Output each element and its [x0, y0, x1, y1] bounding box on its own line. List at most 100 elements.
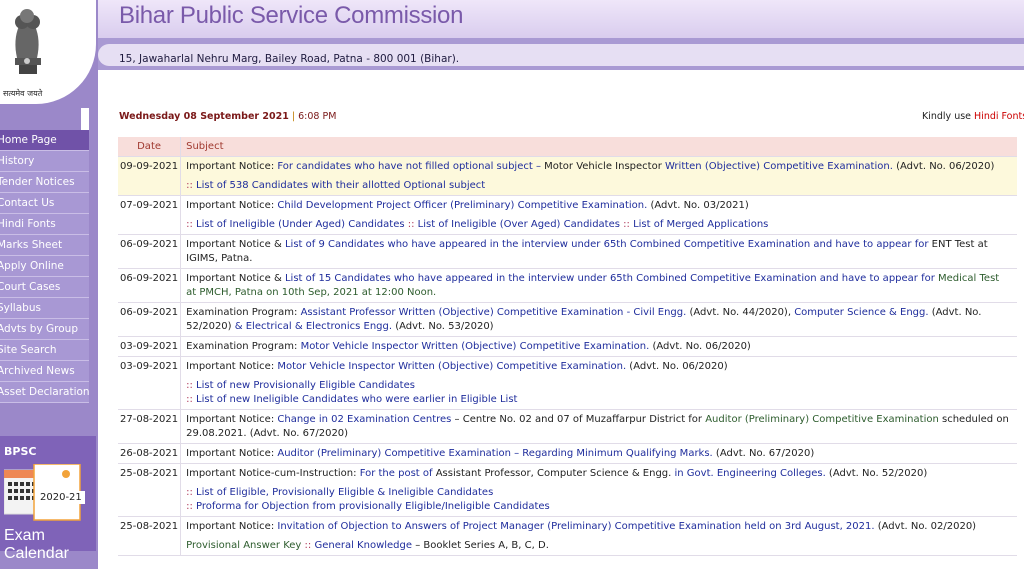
notice-link[interactable]: For candidates who have not filled optio… — [277, 161, 544, 172]
nav-home-page[interactable]: Home Page — [0, 130, 89, 151]
hindi-fonts-link[interactable]: Hindi Fonts — [974, 111, 1024, 122]
nav-site-search[interactable]: Site Search — [0, 340, 89, 361]
exam-calendar-banner[interactable]: BPSC 2020-21 Exam Calendar — [0, 436, 96, 562]
nav-apply-online[interactable]: Apply Online — [0, 256, 89, 277]
row-subject: Important Notice & List of 9 Candidates … — [180, 234, 1017, 269]
table-header-row: Date Subject — [118, 137, 1017, 157]
notice-text: who have appeared in the interview under… — [384, 239, 932, 250]
nav-tender-notices[interactable]: Tender Notices — [0, 172, 89, 193]
table-row: 06-09-2021 Important Notice & List of 9 … — [118, 234, 1017, 269]
table-row: 03-09-2021 Important Notice: Motor Vehic… — [118, 356, 1017, 410]
subject-column-header: Subject — [180, 137, 1017, 157]
nav-spacer — [81, 108, 89, 130]
nav-hindi-fonts[interactable]: Hindi Fonts — [0, 214, 89, 235]
notice-link[interactable]: Motor Vehicle Inspector Written (Objecti… — [301, 341, 650, 352]
notice-type: Important Notice: — [186, 521, 278, 532]
notice-link[interactable]: Motor Vehicle Inspector Written (Objecti… — [277, 361, 626, 372]
list-marker: :: — [186, 501, 197, 512]
notice-link[interactable]: in Govt. Engineering Colleges. — [671, 468, 826, 479]
list-marker: :: — [186, 219, 197, 230]
date-column-header: Date — [118, 137, 181, 157]
ashoka-emblem-icon — [15, 9, 41, 74]
national-motto: सत्यमेव जयते — [3, 89, 43, 98]
table-row: 25-08-2021 Important Notice: Invitation … — [118, 516, 1017, 556]
notice-link[interactable]: Auditor (Preliminary) Competitive Examin… — [277, 448, 712, 459]
site-title: Bihar Public Service Commission — [119, 2, 464, 29]
notice-link[interactable]: List of 15 Candidates — [285, 273, 391, 284]
emblem-area: सत्यमेव जयते — [0, 0, 96, 104]
nav-contact-us[interactable]: Contact Us — [0, 193, 89, 214]
notice-link[interactable]: Child Development Project Officer (Preli… — [277, 200, 647, 211]
advt-number: (Advt. No. 02/2020) — [874, 521, 977, 532]
row-date: 03-09-2021 — [118, 356, 181, 410]
row-date: 06-09-2021 — [118, 234, 181, 269]
answer-key-label: Provisional Answer Key — [186, 540, 302, 551]
booklet-text: – Booklet Series A, B, C, D. — [412, 540, 549, 551]
notice-link[interactable]: & Electrical & Electronics Engg. — [235, 321, 392, 332]
row-subject: Important Notice: Change in 02 Examinati… — [180, 409, 1017, 444]
row-subject: Important Notice & List of 15 Candidates… — [180, 268, 1017, 303]
advt-number: (Advt. No. 67/2020) — [712, 448, 815, 459]
row-date: 03-09-2021 — [118, 336, 181, 357]
table-row: 27-08-2021 Important Notice: Change in 0… — [118, 409, 1017, 444]
nav-advts-by-group[interactable]: Advts by Group — [0, 319, 89, 340]
row-date: 06-09-2021 — [118, 268, 181, 303]
notice-link[interactable]: List of 9 Candidates — [285, 239, 384, 250]
nav-asset-declaration[interactable]: Asset Declaration — [0, 382, 89, 403]
date-separator: | — [291, 111, 296, 122]
row-date: 06-09-2021 — [118, 302, 181, 337]
row-subject: Important Notice: Invitation of Objectio… — [180, 516, 1017, 556]
sub-link[interactable]: General Knowledge — [314, 540, 412, 551]
sub-link[interactable]: List of Ineligible (Under Aged) Candidat… — [196, 219, 405, 230]
row-subject: Important Notice: Motor Vehicle Inspecto… — [180, 356, 1017, 410]
nav-court-cases[interactable]: Court Cases — [0, 277, 89, 298]
address-text: 15, Jawaharlal Nehru Marg, Bailey Road, … — [119, 53, 460, 65]
sub-link[interactable]: List of new Ineligible Candidates who we… — [196, 394, 517, 405]
table-row: 03-09-2021 Examination Program: Motor Ve… — [118, 336, 1017, 357]
sub-link[interactable]: List of new Provisionally Eligible Candi… — [196, 380, 415, 391]
list-marker: :: — [619, 219, 634, 230]
notice-link[interactable]: Invitation of Objection to Answers of Pr… — [277, 521, 874, 532]
row-subject: Examination Program: Assistant Professor… — [180, 302, 1017, 337]
news-table: Date Subject 09-09-2021 Important Notice… — [118, 137, 1017, 556]
notice-type: Examination Program: — [186, 307, 301, 318]
calendar-year: 2020-21 — [37, 491, 85, 504]
sub-link[interactable]: List of 538 Candidates with their allott… — [196, 180, 485, 191]
calendar-label: Exam Calendar — [4, 527, 69, 562]
sub-link[interactable]: List of Eligible, Provisionally Eligible… — [196, 487, 493, 498]
notice-link[interactable]: For the post of — [360, 468, 436, 479]
sub-link[interactable]: List of Merged Applications — [633, 219, 768, 230]
left-sidebar: सत्यमेव जयते Home Page History Tender No… — [0, 0, 98, 569]
notice-link[interactable]: Auditor (Preliminary) Competitive Examin… — [705, 414, 939, 425]
row-subject: Important Notice: For candidates who hav… — [180, 156, 1017, 196]
nav-marks-sheet[interactable]: Marks Sheet — [0, 235, 89, 256]
row-date: 27-08-2021 — [118, 409, 181, 444]
row-subject: Important Notice: Auditor (Preliminary) … — [180, 443, 1017, 464]
notice-type: Important Notice: — [186, 448, 278, 459]
notice-text: Motor Vehicle Inspector — [544, 161, 665, 172]
advt-number: (Advt. No. 53/2020) — [392, 321, 494, 332]
nav-syllabus[interactable]: Syllabus — [0, 298, 89, 319]
hindi-font-hint: Kindly use Hindi Fonts li — [922, 111, 1024, 122]
notice-link[interactable]: Written (Objective) Competitive Examinat… — [665, 161, 893, 172]
sub-link[interactable]: Proforma for Objection from provisionall… — [196, 501, 550, 512]
date-time: Wednesday 08 September 2021 | 6:08 PM — [119, 111, 336, 122]
notice-type: Important Notice: — [186, 200, 278, 211]
advt-number: (Advt. No. 52/2020) — [825, 468, 928, 479]
nav-history[interactable]: History — [0, 151, 89, 172]
list-marker: :: — [186, 180, 197, 191]
notice-link[interactable]: Computer Science & Engg. — [794, 307, 928, 318]
notice-text: who have appeared in the interview under… — [390, 273, 939, 284]
advt-number: (Advt. No. 03/2021) — [647, 200, 749, 211]
row-date: 25-08-2021 — [118, 516, 181, 556]
row-date: 25-08-2021 — [118, 463, 181, 517]
list-marker: :: — [404, 219, 418, 230]
list-marker: :: — [186, 380, 197, 391]
notice-link[interactable]: Change in 02 Examination Centres — [277, 414, 451, 425]
calendar-brand: BPSC — [4, 445, 37, 458]
advt-number: (Advt. No. 06/2020) — [626, 361, 728, 372]
notice-type: Important Notice: — [186, 161, 278, 172]
sub-link[interactable]: List of Ineligible (Over Aged) Candidate… — [418, 219, 620, 230]
nav-archived-news[interactable]: Archived News — [0, 361, 89, 382]
notice-link[interactable]: Assistant Professor Written (Objective) … — [301, 307, 687, 318]
